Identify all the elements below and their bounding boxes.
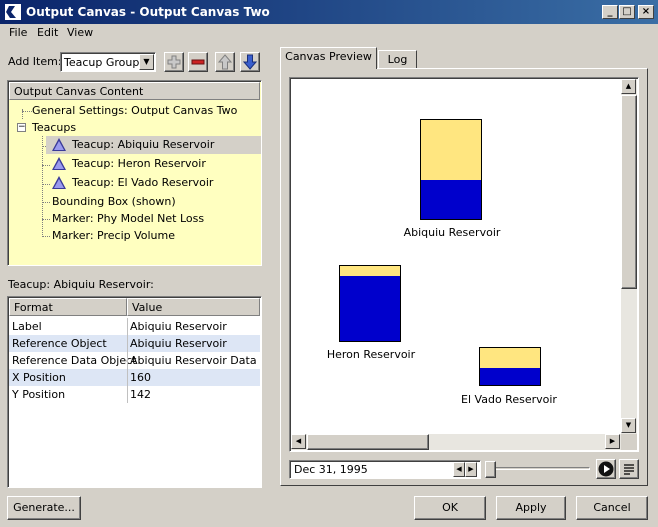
teacup-water-level [340, 275, 400, 341]
table-row[interactable]: Reference Object Abiquiu Reservoir [9, 335, 260, 352]
vertical-scroll-thumb[interactable] [621, 95, 637, 289]
output-canvas-window: Output Canvas - Output Canvas Two _ □ × … [0, 0, 658, 527]
tree-item-marker-net-loss[interactable]: Marker: Phy Model Net Loss [52, 210, 204, 228]
teacup-heron[interactable] [339, 265, 401, 342]
tree-item-general-settings[interactable]: General Settings: Output Canvas Two [32, 102, 237, 120]
property-value[interactable]: 142 [130, 386, 151, 403]
tree-item-teacup-abiquiu[interactable]: Teacup: Abiquiu Reservoir [46, 136, 261, 154]
minimize-button[interactable]: _ [602, 5, 618, 19]
remove-item-button[interactable] [188, 52, 208, 72]
ok-button[interactable]: OK [414, 496, 486, 520]
property-value[interactable]: Abiquiu Reservoir [130, 335, 227, 352]
title-bar[interactable]: Output Canvas - Output Canvas Two _ □ × [0, 0, 658, 24]
date-field[interactable]: Dec 31, 1995 ◀ ▶ [289, 460, 481, 479]
menu-view[interactable]: View [67, 26, 93, 39]
teacup-label: Heron Reservoir [326, 348, 416, 361]
properties-table[interactable]: Format Value Label Abiquiu Reservoir Ref… [7, 296, 262, 488]
collapse-icon[interactable]: − [17, 123, 26, 132]
property-name: Y Position [12, 388, 66, 401]
lines-icon [624, 464, 634, 475]
add-item-label: Add Item: [8, 55, 62, 68]
table-row[interactable]: Label Abiquiu Reservoir [9, 318, 260, 335]
scroll-corner [621, 434, 637, 450]
property-name: Label [12, 320, 42, 333]
play-icon [598, 461, 614, 477]
canvas-content-tree[interactable]: Output Canvas Content General Settings: … [7, 80, 262, 266]
tree-item-bounding-box[interactable]: Bounding Box (shown) [52, 193, 176, 211]
teacup-water-level [480, 367, 540, 385]
tree-header: Output Canvas Content [9, 82, 260, 100]
property-value[interactable]: 160 [130, 369, 151, 386]
table-row[interactable]: Reference Data Object Abiquiu Reservoir … [9, 352, 260, 369]
teacup-abiquiu[interactable] [420, 119, 482, 220]
tab-canvas-preview[interactable]: Canvas Preview [280, 47, 377, 69]
chevron-down-icon[interactable]: ▼ [139, 54, 154, 70]
tree-item-teacups[interactable]: Teacups [32, 119, 76, 137]
window-title: Output Canvas - Output Canvas Two [26, 5, 270, 19]
close-button[interactable]: × [638, 5, 654, 19]
arrow-up-icon [217, 54, 233, 70]
teacup-icon [52, 176, 66, 189]
teacup-icon [52, 138, 66, 151]
column-header-format[interactable]: Format [9, 298, 127, 316]
date-forward-icon[interactable]: ▶ [465, 462, 477, 477]
table-row[interactable]: Y Position 142 [9, 386, 260, 403]
play-button[interactable] [596, 459, 616, 479]
menu-edit[interactable]: Edit [37, 26, 58, 39]
teacup-water-level [421, 180, 481, 219]
options-button[interactable] [619, 459, 639, 479]
date-value: Dec 31, 1995 [294, 463, 368, 476]
cancel-button[interactable]: Cancel [576, 496, 648, 520]
property-name: Reference Data Object [12, 354, 137, 367]
move-down-button[interactable] [240, 52, 260, 72]
scroll-down-icon[interactable]: ▼ [621, 418, 636, 433]
vertical-scrollbar[interactable]: ▲ ▼ [621, 79, 637, 434]
teacup-label: Abiquiu Reservoir [403, 226, 501, 239]
arrow-down-icon [242, 54, 258, 70]
tree-item-label: Teacup: El Vado Reservoir [72, 176, 214, 189]
timeline-slider[interactable] [490, 467, 590, 470]
minus-icon [191, 59, 205, 65]
teacup-icon [52, 157, 66, 170]
property-value[interactable]: Abiquiu Reservoir [130, 318, 227, 335]
plus-icon [167, 55, 181, 69]
scroll-right-icon[interactable]: ▶ [605, 434, 620, 449]
property-name: X Position [12, 371, 66, 384]
tree-item-label: Teacup: Abiquiu Reservoir [72, 138, 215, 151]
properties-title: Teacup: Abiquiu Reservoir: [8, 278, 154, 291]
app-icon [4, 3, 22, 21]
teacup-el-vado[interactable] [479, 347, 541, 386]
table-row[interactable]: X Position 160 [9, 369, 260, 386]
menu-bar: File Edit View [0, 24, 658, 42]
tab-log[interactable]: Log [378, 50, 417, 69]
move-up-button[interactable] [215, 52, 235, 72]
maximize-button[interactable]: □ [619, 5, 635, 19]
canvas-preview[interactable]: Abiquiu Reservoir Heron Reservoir El Vad… [289, 77, 639, 452]
tree-item-label: Teacup: Heron Reservoir [72, 157, 206, 170]
menu-file[interactable]: File [9, 26, 27, 39]
property-name: Reference Object [12, 337, 107, 350]
add-item-button[interactable] [164, 52, 184, 72]
column-divider [127, 318, 128, 403]
add-item-selected-value: Teacup Group [64, 56, 140, 69]
tree-item-marker-precip[interactable]: Marker: Precip Volume [52, 227, 175, 245]
horizontal-scroll-thumb[interactable] [307, 434, 429, 450]
property-value[interactable]: Abiquiu Reservoir Data [130, 352, 257, 369]
add-item-select[interactable]: Teacup Group ▼ [60, 52, 156, 72]
scroll-up-icon[interactable]: ▲ [621, 79, 636, 94]
generate-button[interactable]: Generate... [7, 496, 81, 520]
horizontal-scrollbar[interactable]: ◀ ▶ [291, 434, 621, 450]
apply-button[interactable]: Apply [496, 496, 566, 520]
column-header-value[interactable]: Value [127, 298, 260, 316]
teacup-label: El Vado Reservoir [461, 393, 557, 406]
timeline-slider-thumb[interactable] [485, 461, 496, 478]
date-back-icon[interactable]: ◀ [453, 462, 465, 477]
scroll-left-icon[interactable]: ◀ [291, 434, 306, 449]
